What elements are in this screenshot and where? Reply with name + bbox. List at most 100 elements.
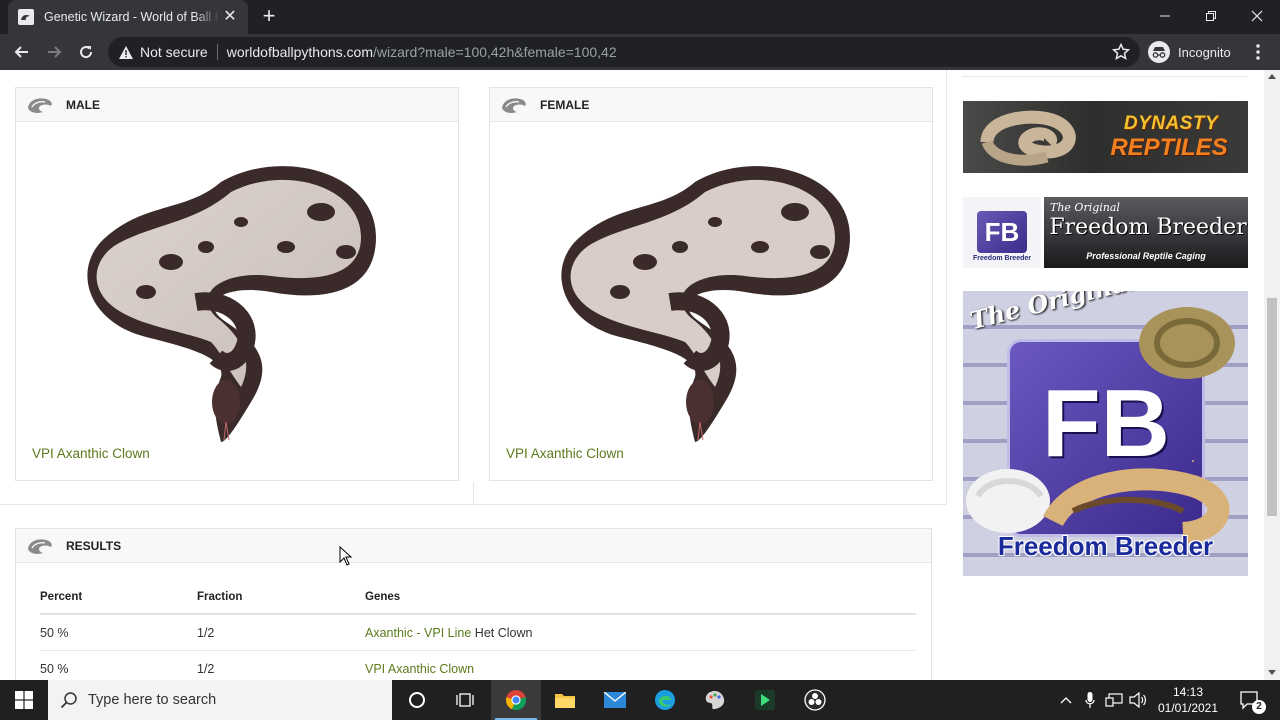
forward-button[interactable] <box>40 38 68 66</box>
network-icon[interactable] <box>1103 680 1125 720</box>
site-favicon-icon <box>18 9 34 25</box>
dynasty-reptiles-ad[interactable]: DYNASTY REPTILES <box>963 101 1248 173</box>
taskbar-obs[interactable] <box>790 680 840 720</box>
cortana-circle-icon <box>409 692 425 708</box>
table-row: 50 % 1/2 VPI Axanthic Clown <box>40 651 916 680</box>
taskbar-file-explorer[interactable] <box>540 680 590 720</box>
reload-button[interactable] <box>72 38 100 66</box>
snake-head-icon <box>502 97 526 113</box>
taskbar-chrome[interactable] <box>491 680 541 720</box>
scroll-down-arrow-icon[interactable] <box>1268 670 1276 675</box>
chrome-icon <box>506 690 527 711</box>
male-panel: MALE VPI Axanthic Clown <box>15 87 459 481</box>
start-button[interactable] <box>0 680 48 720</box>
fb-banner-subtitle: Professional Reptile Caging <box>1086 251 1206 261</box>
gene-link[interactable]: Axanthic - VPI Line <box>365 626 471 640</box>
tab-strip: Genetic Wizard - World of Ball Pythons ✕… <box>0 0 1280 34</box>
tab-close-icon[interactable]: ✕ <box>222 9 238 25</box>
url-host: worldofballpythons.com <box>226 44 373 60</box>
volume-icon[interactable] <box>1127 680 1149 720</box>
taskbar-clock[interactable]: 14:13 01/01/2021 <box>1150 684 1226 716</box>
sidebar-top-line <box>962 76 1248 77</box>
close-window-button[interactable] <box>1234 0 1280 32</box>
snake-head-icon <box>28 97 52 113</box>
dynasty-text-2: REPTILES <box>1110 134 1228 161</box>
male-snake-image[interactable] <box>76 152 396 442</box>
cell-genes: Axanthic - VPI Line Het Clown <box>365 626 916 640</box>
bookmark-star-icon[interactable] <box>1111 42 1131 61</box>
fb-banner-dark: The Original Freedom Breeder Professiona… <box>1044 197 1248 268</box>
incognito-indicator[interactable]: Incognito <box>1148 38 1231 66</box>
female-panel-title: FEMALE <box>540 97 590 112</box>
url-path: /wizard?male=100,42h&female=100,42 <box>373 44 617 60</box>
scroll-up-arrow-icon[interactable] <box>1268 74 1276 79</box>
mouse-cursor-icon <box>339 546 353 566</box>
windows-logo-icon <box>15 691 33 709</box>
dynasty-text-1: DYNASTY <box>1123 113 1219 134</box>
microphone-icon[interactable] <box>1080 680 1100 720</box>
column-header-percent[interactable]: Percent <box>40 591 197 603</box>
separator <box>216 44 218 60</box>
fb-big-brand: Freedom Breeder <box>997 531 1214 561</box>
card-right-border <box>946 70 947 504</box>
minimize-button[interactable] <box>1142 0 1188 32</box>
tray-chevron-icon[interactable] <box>1056 680 1076 720</box>
taskbar-media-app[interactable] <box>740 680 790 720</box>
female-morph-link[interactable]: VPI Axanthic Clown <box>506 446 624 461</box>
gene-link[interactable]: VPI Axanthic Clown <box>365 662 474 676</box>
search-icon <box>60 692 77 709</box>
card-bottom-border <box>0 504 946 505</box>
cortana-button[interactable] <box>392 680 442 720</box>
clock-date: 01/01/2021 <box>1157 701 1219 715</box>
female-panel: FEMALE VPI Axanthic Clown <box>489 87 933 481</box>
taskbar-edge[interactable] <box>640 680 690 720</box>
search-placeholder: Type here to search <box>88 692 217 708</box>
fb-banner-tagline: The Original <box>1050 201 1120 214</box>
fb-logo: FB <box>977 211 1027 253</box>
freedom-breeder-square-ad[interactable]: FB The Original Freedom Breeder <box>963 291 1248 576</box>
fb-top-snake-image <box>1139 307 1235 379</box>
task-view-icon <box>456 693 474 707</box>
snake-head-icon <box>28 538 52 554</box>
cell-fraction: 1/2 <box>197 625 215 640</box>
browser-menu-button[interactable] <box>1250 40 1266 64</box>
new-tab-button[interactable]: + <box>258 5 280 28</box>
security-label[interactable]: Not secure <box>140 44 208 60</box>
gene-text: Het Clown <box>471 625 533 640</box>
back-button[interactable] <box>8 38 36 66</box>
column-header-genes[interactable]: Genes <box>365 591 916 603</box>
page-scrollbar[interactable] <box>1264 70 1280 680</box>
paint-palette-icon <box>705 691 725 710</box>
taskbar-mail[interactable] <box>590 680 640 720</box>
task-view-button[interactable] <box>440 680 490 720</box>
notification-count-badge: 2 <box>1252 700 1266 714</box>
scrollbar-thumb[interactable] <box>1267 298 1277 516</box>
warning-icon <box>118 44 134 60</box>
fb-small-logo-box: FB Freedom Breeder <box>963 197 1041 268</box>
action-center-button[interactable]: 2 <box>1234 680 1266 720</box>
column-header-fraction[interactable]: Fraction <box>197 591 365 603</box>
male-morph-link[interactable]: VPI Axanthic Clown <box>32 446 150 461</box>
female-panel-header: FEMALE <box>490 88 932 122</box>
edge-icon <box>655 690 675 710</box>
column-divider <box>473 482 474 504</box>
restore-button[interactable] <box>1188 0 1234 32</box>
snake-ad-image <box>980 110 1076 166</box>
media-app-icon <box>755 690 775 710</box>
address-bar[interactable]: Not secure worldofballpythons.com /wizar… <box>108 37 1140 67</box>
female-snake-image[interactable] <box>550 152 870 442</box>
cell-fraction: 1/2 <box>197 661 215 676</box>
obs-icon <box>804 689 826 711</box>
browser-toolbar: Not secure worldofballpythons.com /wizar… <box>0 34 1280 70</box>
taskbar-paint[interactable] <box>690 680 740 720</box>
browser-tab[interactable]: Genetic Wizard - World of Ball Pythons ✕ <box>8 0 248 34</box>
male-panel-header: MALE <box>16 88 458 122</box>
folder-icon <box>555 694 575 708</box>
back-arrow-icon <box>14 46 28 58</box>
taskbar-search[interactable]: Type here to search <box>48 680 392 720</box>
results-panel-title: RESULTS <box>66 538 122 553</box>
freedom-breeder-banner-ad[interactable]: FB Freedom Breeder The Original Freedom … <box>963 197 1248 268</box>
forward-arrow-icon <box>48 46 62 58</box>
page-viewport: MALE VPI Axanthic Clown FEMALE VPI Axant… <box>0 70 1280 680</box>
table-row: 50 % 1/2 Axanthic - VPI Line Het Clown <box>40 615 916 651</box>
